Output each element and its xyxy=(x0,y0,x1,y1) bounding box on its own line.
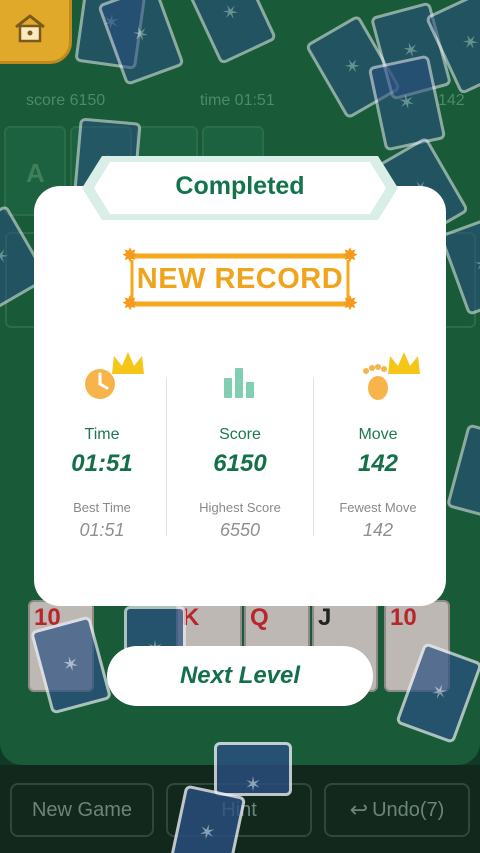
bar-chart-icon xyxy=(224,368,254,398)
stat-move-sub-label: Fewest Move xyxy=(339,500,417,515)
clock-crown-icon xyxy=(85,352,144,399)
stat-score-sub-label: Highest Score xyxy=(199,500,281,515)
svg-text:✸: ✸ xyxy=(342,293,359,315)
next-level-label: Next Level xyxy=(179,662,301,689)
divider xyxy=(166,378,167,536)
footprint-crown-icon xyxy=(363,352,420,400)
new-record-badge: ✸ ✸ ✸ ✸ NEW RECORD xyxy=(120,245,360,316)
stat-move-value: 142 xyxy=(357,450,399,477)
stat-time-sub-label: Best Time xyxy=(73,500,131,515)
stat-score-sub-value: 6550 xyxy=(219,520,261,540)
stat-time-title: Time xyxy=(84,426,120,443)
stat-time-sub-value: 01:51 xyxy=(79,520,125,540)
new-record-label: NEW RECORD xyxy=(136,263,344,295)
next-level-button[interactable]: Next Level xyxy=(107,646,373,706)
stat-move: Move 142 Fewest Move 142 xyxy=(310,340,446,540)
stat-time-value: 01:51 xyxy=(71,450,133,477)
stat-time: Time 01:51 Best Time 01:51 xyxy=(34,340,170,540)
stat-score-title: Score xyxy=(219,426,261,443)
stat-score: Score 6150 Highest Score 6550 xyxy=(172,340,308,540)
stat-move-title: Move xyxy=(358,426,398,443)
dialog-title: Completed xyxy=(175,172,305,200)
stat-score-value: 6150 xyxy=(213,450,267,477)
svg-text:✸: ✸ xyxy=(122,293,139,315)
stat-move-sub-value: 142 xyxy=(362,520,394,540)
title-ribbon: Completed xyxy=(80,154,400,222)
